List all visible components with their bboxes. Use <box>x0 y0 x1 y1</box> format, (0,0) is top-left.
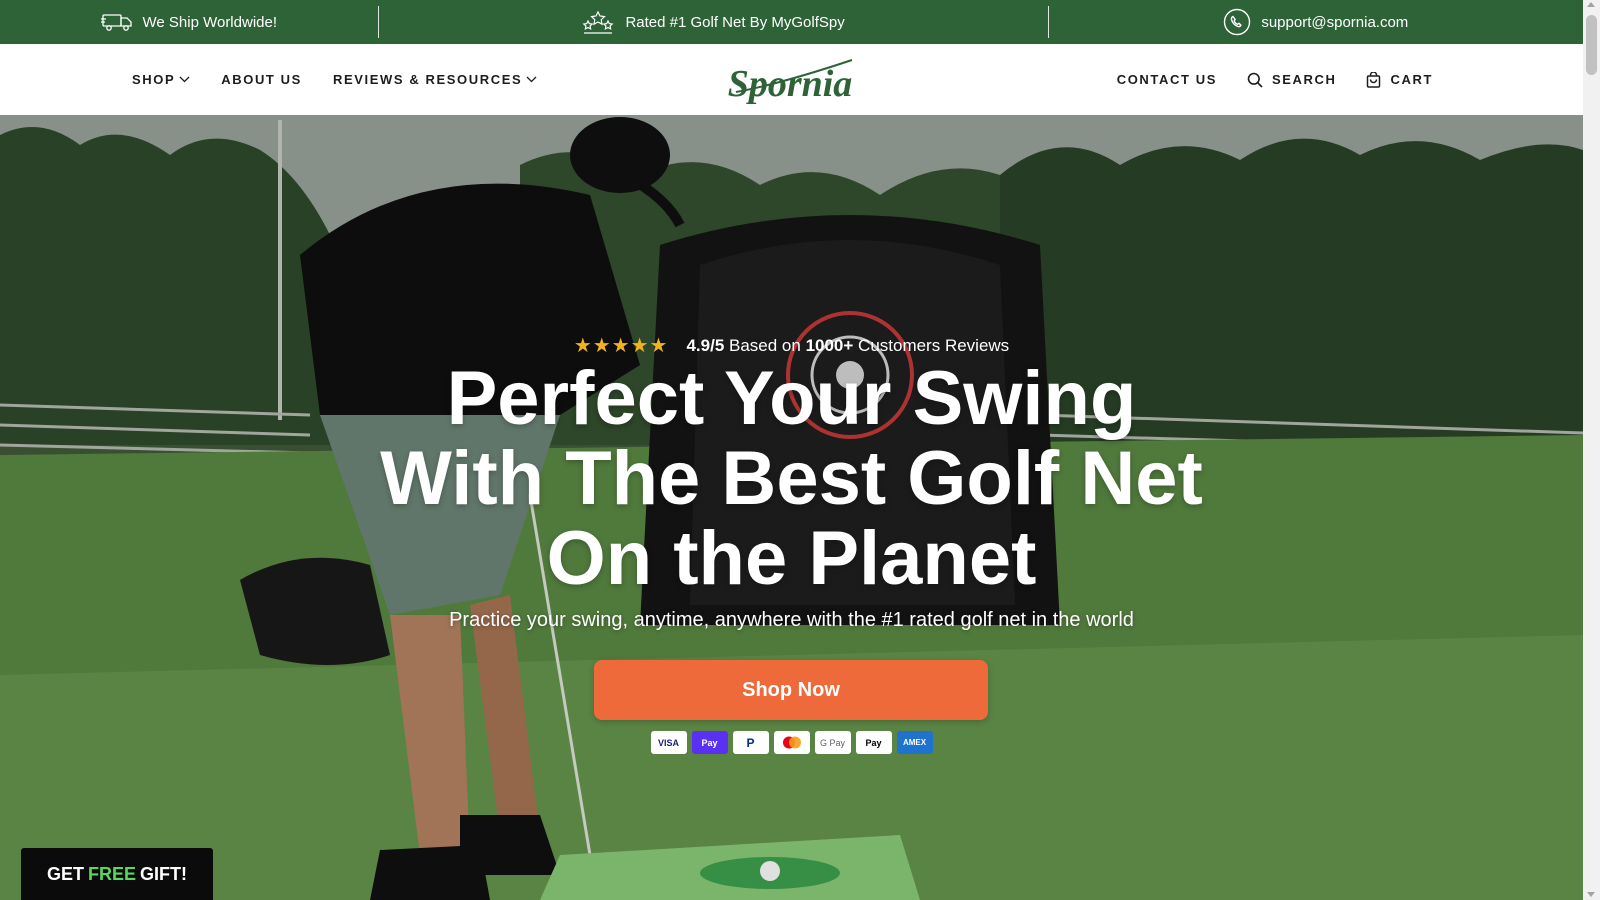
shopping-bag-icon <box>1367 71 1381 88</box>
utility-nav: CONTACT US SEARCH CART <box>1117 44 1433 115</box>
nav-cart[interactable]: CART <box>1366 71 1433 88</box>
visa-icon: VISA <box>650 731 687 754</box>
shop-now-button[interactable]: Shop Now <box>594 660 988 720</box>
truck-icon <box>100 14 132 31</box>
chevron-down-icon <box>179 76 190 83</box>
spornia-logo[interactable]: Spornia <box>720 52 860 108</box>
scrollbar-thumb[interactable] <box>1586 15 1597 75</box>
shipping-announcement: We Ship Worldwide! <box>0 0 378 44</box>
paypal-icon: P <box>732 731 769 754</box>
free-gift-button[interactable]: GET FREE GIFT! <box>21 848 213 900</box>
site-header: SHOP ABOUT US REVIEWS & RESOURCES Sporni… <box>0 44 1583 115</box>
shipping-text: We Ship Worldwide! <box>142 13 278 31</box>
star-rating-icon: ★★★★★ <box>573 335 669 357</box>
nav-about[interactable]: ABOUT US <box>221 72 302 87</box>
rating-announcement-text: Rated #1 Golf Net By MyGolfSpy <box>625 13 845 31</box>
nav-shop-label: SHOP <box>132 72 176 87</box>
rating-score: 4.9/5 <box>686 335 725 355</box>
scroll-up-arrow-icon[interactable] <box>1587 2 1595 7</box>
nav-reviews-label: REVIEWS & RESOURCES <box>332 72 523 87</box>
nav-contact-label: CONTACT US <box>1116 72 1217 87</box>
nav-shop[interactable]: SHOP <box>132 72 190 87</box>
nav-reviews[interactable]: REVIEWS & RESOURCES <box>333 72 537 87</box>
logo-text: Spornia <box>728 63 853 105</box>
headline-line: Perfect Your Swing <box>446 356 1137 441</box>
rating-count: 1000+ <box>805 335 854 355</box>
gift-post: GIFT! <box>140 863 188 884</box>
hero-section: ★★★★★ 4.9/5 Based on 1000+ Customers Rev… <box>0 115 1583 900</box>
rating-announcement: Rated #1 Golf Net By MyGolfSpy <box>379 0 1048 44</box>
announcement-bar: We Ship Worldwide! Rated #1 Golf Net By … <box>0 0 1583 44</box>
primary-nav: SHOP ABOUT US REVIEWS & RESOURCES <box>132 44 537 115</box>
rating-mid: Based on <box>724 335 806 355</box>
scroll-down-arrow-icon[interactable] <box>1587 892 1595 897</box>
apple-pay-icon: Pay <box>855 731 892 754</box>
hero-subheadline: Practice your swing, anytime, anywhere w… <box>449 609 1134 631</box>
nav-cart-label: CART <box>1390 72 1433 87</box>
review-rating: ★★★★★ 4.9/5 Based on 1000+ Customers Rev… <box>0 333 1583 358</box>
amex-icon: AMEX <box>896 731 933 754</box>
rating-tail: Customers Reviews <box>853 335 1010 355</box>
payment-methods: VISA Pay P G Pay Pay AMEX <box>0 731 1583 754</box>
support-email[interactable]: support@spornia.com <box>1261 14 1408 31</box>
nav-search[interactable]: SEARCH <box>1247 72 1337 88</box>
hero-headline: Perfect Your Swing With The Best Golf Ne… <box>0 359 1583 599</box>
nav-about-label: ABOUT US <box>221 72 302 87</box>
headline-line: On the Planet <box>546 516 1037 601</box>
stars-award-icon <box>582 10 614 34</box>
nav-contact[interactable]: CONTACT US <box>1117 72 1217 87</box>
page-scrollbar[interactable] <box>1583 0 1600 900</box>
support-contact[interactable]: support@spornia.com <box>1049 0 1583 44</box>
phone-icon <box>1224 8 1251 36</box>
chevron-down-icon <box>526 76 537 83</box>
mastercard-icon <box>773 731 810 754</box>
gift-pre: GET <box>46 863 84 884</box>
search-icon <box>1247 72 1263 88</box>
headline-line: With The Best Golf Net <box>380 436 1203 521</box>
shop-pay-icon: Pay <box>691 731 728 754</box>
gift-free: FREE <box>88 863 137 884</box>
google-pay-icon: G Pay <box>814 731 851 754</box>
nav-search-label: SEARCH <box>1271 72 1337 87</box>
